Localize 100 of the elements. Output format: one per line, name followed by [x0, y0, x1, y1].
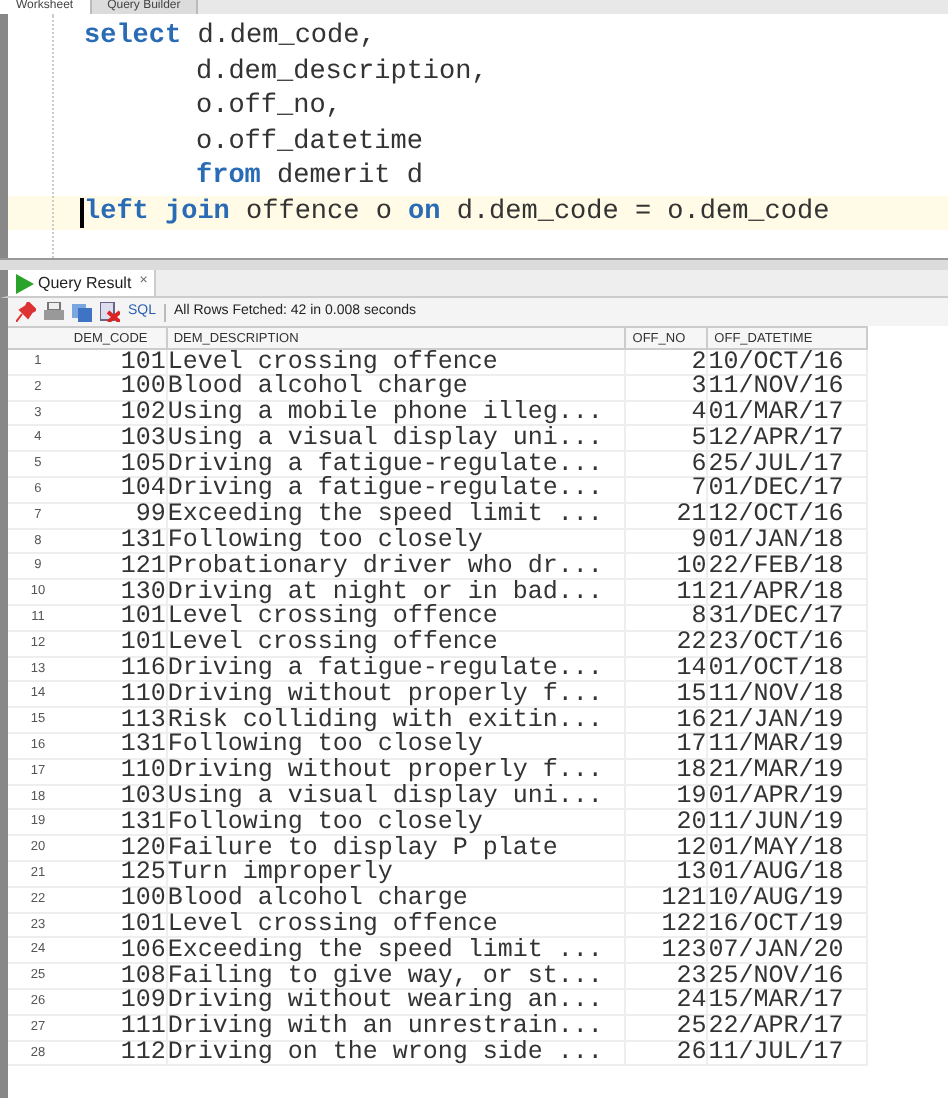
table-cell: 121: [626, 886, 709, 913]
table-cell: Turn improperly: [167, 860, 627, 887]
table-cell: 25/NOV/16: [708, 963, 869, 989]
table-cell: 21: [626, 502, 709, 529]
table-cell: 99: [67, 502, 168, 529]
table-cell: 9: [626, 528, 709, 554]
table-cell: 01/MAY/18: [708, 835, 869, 861]
delete-icon[interactable]: [100, 302, 120, 322]
table-cell: 123: [626, 937, 709, 964]
table-cell: 22/FEB/18: [708, 553, 869, 580]
table-cell: 100: [67, 374, 168, 401]
sql-keyword: from: [196, 162, 261, 192]
table-cell: 113: [67, 707, 168, 733]
table-cell: 101: [67, 912, 168, 938]
table-cell: Following too closely: [167, 809, 627, 836]
table-cell: 31/DEC/17: [708, 604, 869, 631]
table-cell: 01/MAR/17: [708, 400, 869, 426]
table-cell: 122: [626, 912, 709, 938]
table-cell: 116: [67, 656, 168, 682]
table-cell: 100: [67, 886, 168, 913]
print-icon[interactable]: [44, 302, 64, 322]
table-cell: 10: [626, 553, 709, 580]
table-cell: Level crossing offence: [167, 349, 627, 375]
table-cell: 7: [626, 476, 709, 503]
table-cell: Using a visual display uni...: [167, 784, 627, 810]
table-cell: 18: [626, 758, 709, 785]
table-cell: 20: [626, 809, 709, 836]
code-text: demerit d: [275, 162, 423, 192]
table-cell: 19: [626, 784, 709, 810]
table-cell: 108: [67, 963, 168, 989]
table-cell: 109: [67, 988, 168, 1015]
table-cell: 11: [626, 579, 709, 605]
code-text: o.off_datetime: [196, 127, 423, 157]
table-cell: 121: [67, 553, 168, 580]
table-cell: 26: [626, 1040, 709, 1066]
code-text: d.dem_description,: [196, 57, 488, 87]
table-cell: 12/APR/17: [708, 425, 869, 452]
table-cell: 5: [626, 425, 709, 452]
table-cell: 10/AUG/19: [708, 886, 869, 913]
table-cell: Blood alcohol charge: [167, 886, 627, 913]
table-cell: 103: [67, 784, 168, 810]
table-cell: 131: [67, 809, 168, 836]
pin-icon[interactable]: [16, 302, 36, 322]
table-cell: 01/DEC/17: [708, 476, 869, 503]
table-cell: 10/OCT/16: [708, 349, 869, 375]
table-cell: Probationary driver who dr...: [167, 553, 627, 580]
table-cell: 22/APR/17: [708, 1014, 869, 1041]
table-cell: 23: [626, 963, 709, 989]
table-cell: 11/MAR/19: [708, 732, 869, 759]
table-cell: 110: [67, 758, 168, 785]
table-cell: Level crossing offence: [167, 604, 627, 631]
export-icon[interactable]: [72, 302, 92, 322]
table-cell: 01/JAN/18: [708, 528, 869, 554]
table-cell: Following too closely: [167, 732, 627, 759]
table-cell: Failing to give way, or st...: [167, 963, 627, 989]
table-cell: 16/OCT/19: [708, 912, 869, 938]
table-cell: Driving on the wrong side ...: [167, 1040, 627, 1066]
table-cell: 23/OCT/16: [708, 630, 869, 657]
table-cell: 103: [67, 425, 168, 452]
table-cell: Driving without wearing an...: [167, 988, 627, 1015]
table-cell: Driving a fatigue-regulate...: [167, 451, 627, 477]
table-cell: Driving without properly f...: [167, 681, 627, 708]
table-cell: 11/JUL/17: [708, 1040, 869, 1066]
table-cell: 01/OCT/18: [708, 656, 869, 682]
table-cell: 22: [626, 630, 709, 657]
table-cell: Driving without properly f...: [167, 758, 627, 785]
table-cell: Following too closely: [167, 528, 627, 554]
table-cell: 3: [626, 374, 709, 401]
table-cell: Driving at night or in bad...: [167, 579, 627, 605]
table-cell: Using a visual display uni...: [167, 425, 627, 452]
code-text: d.dem_code = o.dem_code: [454, 197, 830, 227]
table-cell: 12: [626, 835, 709, 861]
sql-keyword: on: [408, 197, 441, 227]
table-cell: Exceeding the speed limit ...: [167, 502, 627, 529]
table-cell: Blood alcohol charge: [167, 374, 627, 401]
table-cell: Exceeding the speed limit ...: [167, 937, 627, 964]
table-cell: 6: [626, 451, 709, 477]
table-cell: 106: [67, 937, 168, 964]
code-text: o.off_no,: [196, 92, 342, 122]
table-cell: 101: [67, 349, 168, 375]
table-cell: 102: [67, 400, 168, 426]
table-cell: Driving with an unrestrain...: [167, 1014, 627, 1041]
table-cell: 101: [67, 630, 168, 657]
table-cell: 101: [67, 604, 168, 631]
table-cell: 21/APR/18: [708, 579, 869, 605]
sql-keyword: left join: [84, 197, 230, 227]
table-cell: 12/OCT/16: [708, 502, 869, 529]
table-cell: 13: [626, 860, 709, 887]
table-cell: 01/APR/19: [708, 784, 869, 810]
table-cell: Using a mobile phone illeg...: [167, 400, 627, 426]
table-cell: 4: [626, 400, 709, 426]
table-cell: 131: [67, 732, 168, 759]
table-cell: 15: [626, 681, 709, 708]
table-cell: 11/NOV/18: [708, 681, 869, 708]
table-cell: 16: [626, 707, 709, 733]
code-text: d.dem_code,: [195, 22, 376, 52]
table-cell: Risk colliding with exitin...: [167, 707, 627, 733]
table-cell: 131: [67, 528, 168, 554]
table-cell: 112: [67, 1040, 168, 1066]
table-cell: 24: [626, 988, 709, 1015]
